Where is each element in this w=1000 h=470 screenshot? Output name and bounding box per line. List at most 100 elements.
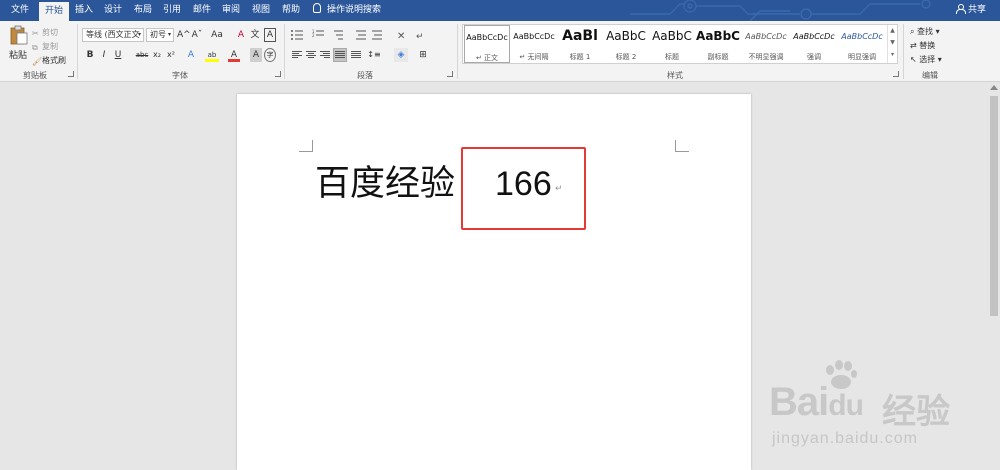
subscript-button[interactable]: x₂: [151, 48, 163, 62]
style-subtitle[interactable]: AaBbC 副标题: [695, 25, 741, 63]
ribbon-home: 粘贴 ✂ 剪切 ⧉ 复制 🖌格式刷 剪贴板 等线 (西文正文 ▾ 初号 ▾ A^ Aˇ …: [0, 21, 1000, 82]
crop-mark-top-left: [299, 140, 313, 152]
tab-layout[interactable]: 布局: [131, 0, 155, 21]
lightbulb-icon: [313, 3, 321, 13]
strikethrough-button[interactable]: abc: [134, 48, 150, 62]
style-heading-2[interactable]: AaBbC 标题 2: [603, 25, 649, 63]
style-subtle-emphasis[interactable]: AaBbCcDc 不明显强调: [743, 25, 789, 63]
align-left-icon[interactable]: [292, 51, 302, 59]
baidu-jingyan-watermark: Baidu 经验 jingyan.baidu.com: [762, 360, 982, 450]
chevron-down-icon[interactable]: ▼: [888, 37, 897, 49]
divider: [284, 24, 285, 79]
distributed-icon[interactable]: [351, 51, 361, 59]
line-spacing-icon[interactable]: ↕≡: [366, 48, 382, 62]
person-icon: [955, 4, 966, 14]
font-color-button[interactable]: A: [228, 48, 240, 62]
font-name-combo[interactable]: 等线 (西文正文 ▾: [82, 28, 144, 42]
vertical-scrollbar[interactable]: [988, 82, 1000, 470]
search-icon: ⌕: [910, 27, 915, 36]
tab-help[interactable]: 帮助: [279, 0, 303, 21]
crop-mark-top-right: [675, 140, 689, 152]
share-label: 共享: [967, 5, 986, 15]
paragraph-group-label: 段落: [357, 71, 373, 80]
scissors-icon: ✂: [32, 29, 39, 38]
chevron-up-icon[interactable]: ▲: [888, 25, 897, 37]
shading-icon[interactable]: ◈: [394, 48, 408, 62]
text-effects-button[interactable]: A: [184, 48, 198, 62]
document-text[interactable]: 百度经验: [315, 162, 455, 206]
format-painter-button[interactable]: 🖌格式刷: [32, 55, 66, 66]
svg-text:↵: ↵: [416, 32, 424, 41]
superscript-button[interactable]: x²: [165, 48, 177, 62]
divider: [457, 24, 458, 79]
tell-me-search[interactable]: 操作说明搜索: [313, 0, 381, 21]
select-button[interactable]: ↖ 选择 ▾: [910, 54, 942, 65]
watermark-chinese: 经验: [882, 392, 950, 432]
watermark-url: jingyan.baidu.com: [772, 430, 918, 447]
character-shading-button[interactable]: A: [250, 48, 262, 62]
highlight-color-button[interactable]: ab: [205, 48, 219, 62]
cut-button[interactable]: ✂ 剪切: [32, 27, 58, 38]
replace-icon: ⇄: [910, 41, 917, 50]
phonetic-guide-button[interactable]: 文: [249, 28, 261, 42]
paragraph-launcher-icon[interactable]: [447, 71, 453, 77]
tab-home[interactable]: 开始: [39, 2, 69, 21]
editing-group-label: 编辑: [922, 71, 938, 80]
font-size-combo[interactable]: 初号 ▾: [146, 28, 174, 42]
character-border-button[interactable]: A: [264, 28, 276, 42]
tab-review[interactable]: 审阅: [219, 0, 243, 21]
ribbon-tab-bar: 文件 开始 插入 设计 布局 引用 邮件 审阅 视图 帮助 操作说明搜索 共享: [0, 0, 1000, 21]
scroll-up-icon[interactable]: [990, 85, 998, 90]
scroll-thumb[interactable]: [990, 96, 998, 316]
cursor-icon: ↖: [910, 55, 917, 64]
enclose-characters-button[interactable]: 字: [264, 48, 276, 62]
style-no-spacing[interactable]: AaBbCcDc ↵ 无间隔: [511, 25, 557, 63]
replace-button[interactable]: ⇄ 替换: [910, 40, 935, 51]
font-launcher-icon[interactable]: [275, 71, 281, 77]
style-intense-emphasis[interactable]: AaBbCcDc 明显强调: [839, 25, 885, 63]
divider: [77, 24, 78, 79]
watermark-logo: Baidu: [769, 380, 864, 424]
grow-font-button[interactable]: A^: [177, 28, 191, 42]
svg-text:2: 2: [312, 33, 315, 38]
paste-button[interactable]: 粘贴: [9, 48, 27, 61]
tab-mailings[interactable]: 邮件: [190, 0, 214, 21]
bold-button[interactable]: B: [84, 48, 96, 62]
italic-button[interactable]: I: [98, 48, 110, 62]
tab-references[interactable]: 引用: [160, 0, 184, 21]
copy-icon: ⧉: [32, 43, 38, 52]
svg-text:✕: ✕: [397, 31, 405, 41]
tab-design[interactable]: 设计: [101, 0, 125, 21]
font-group-label: 字体: [172, 71, 188, 80]
align-right-icon[interactable]: [320, 51, 330, 59]
tab-file[interactable]: 文件: [6, 0, 34, 21]
clear-formatting-button[interactable]: A: [235, 28, 247, 42]
gallery-scroll[interactable]: ▲ ▼ ▾: [887, 25, 897, 63]
more-icon[interactable]: ▾: [888, 49, 897, 61]
paste-icon[interactable]: [10, 25, 28, 45]
clipboard-launcher-icon[interactable]: [68, 71, 74, 77]
style-normal[interactable]: AaBbCcDc ↵ 正文: [464, 25, 510, 63]
align-center-icon[interactable]: [306, 51, 316, 59]
tab-view[interactable]: 视图: [249, 0, 273, 21]
chevron-down-icon: ▾: [937, 55, 942, 64]
copy-button[interactable]: ⧉ 复制: [32, 41, 58, 52]
styles-launcher-icon[interactable]: [893, 71, 899, 77]
shrink-font-button[interactable]: Aˇ: [191, 28, 203, 42]
share-button[interactable]: 共享: [955, 0, 986, 21]
underline-button[interactable]: U: [112, 48, 124, 62]
list-buttons-icon[interactable]: 1 2 ✕ ↵: [290, 29, 440, 41]
style-title[interactable]: AaBbC 标题: [649, 25, 695, 63]
chevron-down-icon: ▾: [935, 27, 940, 36]
tell-me-label: 操作说明搜索: [327, 5, 382, 15]
chevron-down-icon: ▾: [167, 31, 171, 38]
borders-icon[interactable]: ⊞: [416, 48, 430, 62]
style-emphasis[interactable]: AaBbCcDc 强调: [791, 25, 837, 63]
style-heading-1[interactable]: AaBl 标题 1: [557, 25, 603, 63]
paintbrush-icon: 🖌: [32, 57, 43, 66]
find-button[interactable]: ⌕ 查找 ▾: [910, 26, 940, 37]
change-case-button[interactable]: Aa: [208, 28, 226, 42]
styles-group-label: 样式: [667, 71, 683, 80]
styles-gallery: AaBbCcDc ↵ 正文 AaBbCcDc ↵ 无间隔 AaBl 标题 1 A…: [462, 24, 898, 64]
tab-insert[interactable]: 插入: [72, 0, 96, 21]
